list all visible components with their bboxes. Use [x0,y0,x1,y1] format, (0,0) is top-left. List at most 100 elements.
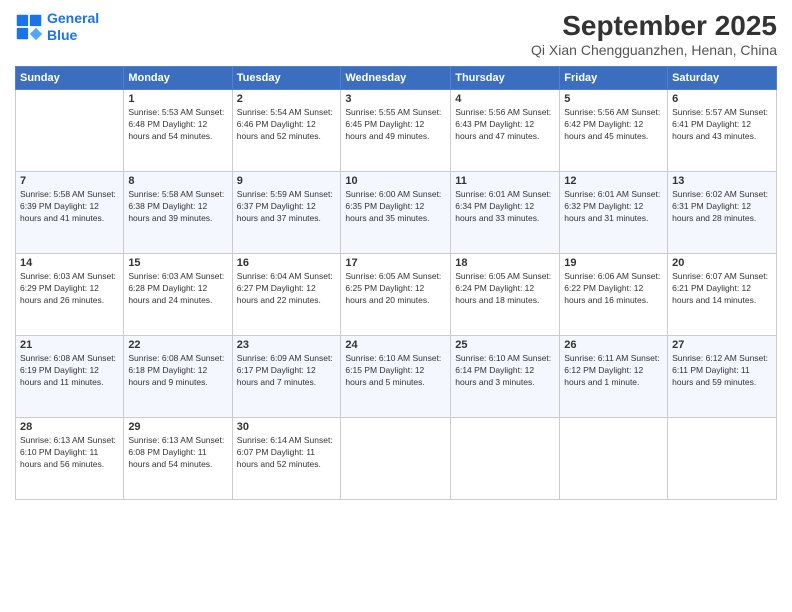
day-number: 1 [128,93,227,105]
day-info: Sunrise: 5:56 AM Sunset: 6:42 PM Dayligh… [564,107,663,143]
table-row: 21 Sunrise: 6:08 AM Sunset: 6:19 PM Dayli… [16,336,124,418]
day-number: 18 [455,257,555,269]
day-number: 6 [672,93,772,105]
table-row: 12 Sunrise: 6:01 AM Sunset: 6:32 PM Dayli… [560,172,668,254]
table-row: 3 Sunrise: 5:55 AM Sunset: 6:45 PM Daylig… [341,90,451,172]
day-number: 10 [345,175,446,187]
day-number: 9 [237,175,337,187]
day-number: 12 [564,175,663,187]
day-info: Sunrise: 6:08 AM Sunset: 6:18 PM Dayligh… [128,353,227,389]
day-number: 17 [345,257,446,269]
day-info: Sunrise: 5:54 AM Sunset: 6:46 PM Dayligh… [237,107,337,143]
table-row: 19Sunrise: 6:06 AM Sunset: 6:22 PM Dayli… [560,254,668,336]
day-info: Sunrise: 6:13 AM Sunset: 6:08 PM Dayligh… [128,435,227,471]
table-row: 14 Sunrise: 6:03 AM Sunset: 6:29 PM Dayli… [16,254,124,336]
day-info: Sunrise: 6:02 AM Sunset: 6:31 PM Dayligh… [672,189,772,225]
table-row: 18 Sunrise: 6:05 AM Sunset: 6:24 PM Dayli… [451,254,560,336]
day-info: Sunrise: 6:04 AM Sunset: 6:27 PM Dayligh… [237,271,337,307]
day-number: 11 [455,175,555,187]
day-number: 26 [564,339,663,351]
day-info: Sunrise: 5:57 AM Sunset: 6:41 PM Dayligh… [672,107,772,143]
calendar-week-1: 1 Sunrise: 5:53 AM Sunset: 6:48 PM Daylig… [16,90,777,172]
day-number: 5 [564,93,663,105]
day-info: Sunrise: 6:12 AM Sunset: 6:11 PM Dayligh… [672,353,772,389]
title-block: September 2025 Qi Xian Chengguanzhen, He… [531,10,777,58]
table-row: 8 Sunrise: 5:58 AM Sunset: 6:38 PM Daylig… [124,172,232,254]
table-row: 10 Sunrise: 6:00 AM Sunset: 6:35 PM Dayli… [341,172,451,254]
col-tuesday: Tuesday [232,67,341,90]
day-info: Sunrise: 6:09 AM Sunset: 6:17 PM Dayligh… [237,353,337,389]
day-info: Sunrise: 6:10 AM Sunset: 6:15 PM Dayligh… [345,353,446,389]
day-info: Sunrise: 6:11 AM Sunset: 6:12 PM Dayligh… [564,353,663,389]
day-number: 14 [20,257,119,269]
day-info: Sunrise: 6:01 AM Sunset: 6:34 PM Dayligh… [455,189,555,225]
table-row: 16 Sunrise: 6:04 AM Sunset: 6:27 PM Dayli… [232,254,341,336]
day-number: 25 [455,339,555,351]
table-row: 23 Sunrise: 6:09 AM Sunset: 6:17 PM Dayli… [232,336,341,418]
table-row: 5 Sunrise: 5:56 AM Sunset: 6:42 PM Daylig… [560,90,668,172]
table-row: 6 Sunrise: 5:57 AM Sunset: 6:41 PM Daylig… [668,90,777,172]
day-info: Sunrise: 5:56 AM Sunset: 6:43 PM Dayligh… [455,107,555,143]
day-number: 13 [672,175,772,187]
table-row: 17 Sunrise: 6:05 AM Sunset: 6:25 PM Dayli… [341,254,451,336]
table-row [668,418,777,500]
day-number: 4 [455,93,555,105]
col-wednesday: Wednesday [341,67,451,90]
col-friday: Friday [560,67,668,90]
logo-line2: Blue [47,27,77,43]
day-number: 8 [128,175,227,187]
table-row: 27 Sunrise: 6:12 AM Sunset: 6:11 PM Dayli… [668,336,777,418]
table-row [16,90,124,172]
month-title: September 2025 [531,10,777,42]
table-row: 28 Sunrise: 6:13 AM Sunset: 6:10 PM Dayli… [16,418,124,500]
logo-text: General Blue [47,10,99,44]
day-number: 27 [672,339,772,351]
day-info: Sunrise: 6:14 AM Sunset: 6:07 PM Dayligh… [237,435,337,471]
day-info: Sunrise: 5:55 AM Sunset: 6:45 PM Dayligh… [345,107,446,143]
col-monday: Monday [124,67,232,90]
day-number: 29 [128,421,227,433]
day-number: 20 [672,257,772,269]
location: Qi Xian Chengguanzhen, Henan, China [531,42,777,58]
logo-line1: General [47,10,99,26]
day-info: Sunrise: 6:01 AM Sunset: 6:32 PM Dayligh… [564,189,663,225]
day-info: Sunrise: 5:58 AM Sunset: 6:39 PM Dayligh… [20,189,119,225]
day-info: Sunrise: 6:03 AM Sunset: 6:28 PM Dayligh… [128,271,227,307]
day-number: 16 [237,257,337,269]
day-info: Sunrise: 5:59 AM Sunset: 6:37 PM Dayligh… [237,189,337,225]
day-number: 2 [237,93,337,105]
table-row: 15 Sunrise: 6:03 AM Sunset: 6:28 PM Dayli… [124,254,232,336]
table-row [560,418,668,500]
day-info: Sunrise: 5:53 AM Sunset: 6:48 PM Dayligh… [128,107,227,143]
table-row: 22 Sunrise: 6:08 AM Sunset: 6:18 PM Dayli… [124,336,232,418]
table-row: 30Sunrise: 6:14 AM Sunset: 6:07 PM Dayli… [232,418,341,500]
table-row [341,418,451,500]
day-info: Sunrise: 6:13 AM Sunset: 6:10 PM Dayligh… [20,435,119,471]
table-row [451,418,560,500]
table-row: 9 Sunrise: 5:59 AM Sunset: 6:37 PM Daylig… [232,172,341,254]
day-number: 15 [128,257,227,269]
day-number: 23 [237,339,337,351]
day-info: Sunrise: 6:03 AM Sunset: 6:29 PM Dayligh… [20,271,119,307]
day-info: Sunrise: 6:00 AM Sunset: 6:35 PM Dayligh… [345,189,446,225]
calendar-week-5: 28 Sunrise: 6:13 AM Sunset: 6:10 PM Dayli… [16,418,777,500]
page: General Blue September 2025 Qi Xian Chen… [0,0,792,612]
col-sunday: Sunday [16,67,124,90]
day-info: Sunrise: 6:08 AM Sunset: 6:19 PM Dayligh… [20,353,119,389]
logo: General Blue [15,10,99,44]
table-row: 1 Sunrise: 5:53 AM Sunset: 6:48 PM Daylig… [124,90,232,172]
table-row: 2 Sunrise: 5:54 AM Sunset: 6:46 PM Daylig… [232,90,341,172]
day-info: Sunrise: 5:58 AM Sunset: 6:38 PM Dayligh… [128,189,227,225]
table-row: 13 Sunrise: 6:02 AM Sunset: 6:31 PM Dayli… [668,172,777,254]
day-number: 3 [345,93,446,105]
day-number: 22 [128,339,227,351]
calendar-table: Sunday Monday Tuesday Wednesday Thursday… [15,66,777,500]
table-row: 4 Sunrise: 5:56 AM Sunset: 6:43 PM Daylig… [451,90,560,172]
calendar-week-3: 14 Sunrise: 6:03 AM Sunset: 6:29 PM Dayli… [16,254,777,336]
day-number: 21 [20,339,119,351]
table-row: 11 Sunrise: 6:01 AM Sunset: 6:34 PM Dayli… [451,172,560,254]
day-info: Sunrise: 6:07 AM Sunset: 6:21 PM Dayligh… [672,271,772,307]
day-number: 28 [20,421,119,433]
day-info: Sunrise: 6:05 AM Sunset: 6:24 PM Dayligh… [455,271,555,307]
day-info: Sunrise: 6:05 AM Sunset: 6:25 PM Dayligh… [345,271,446,307]
